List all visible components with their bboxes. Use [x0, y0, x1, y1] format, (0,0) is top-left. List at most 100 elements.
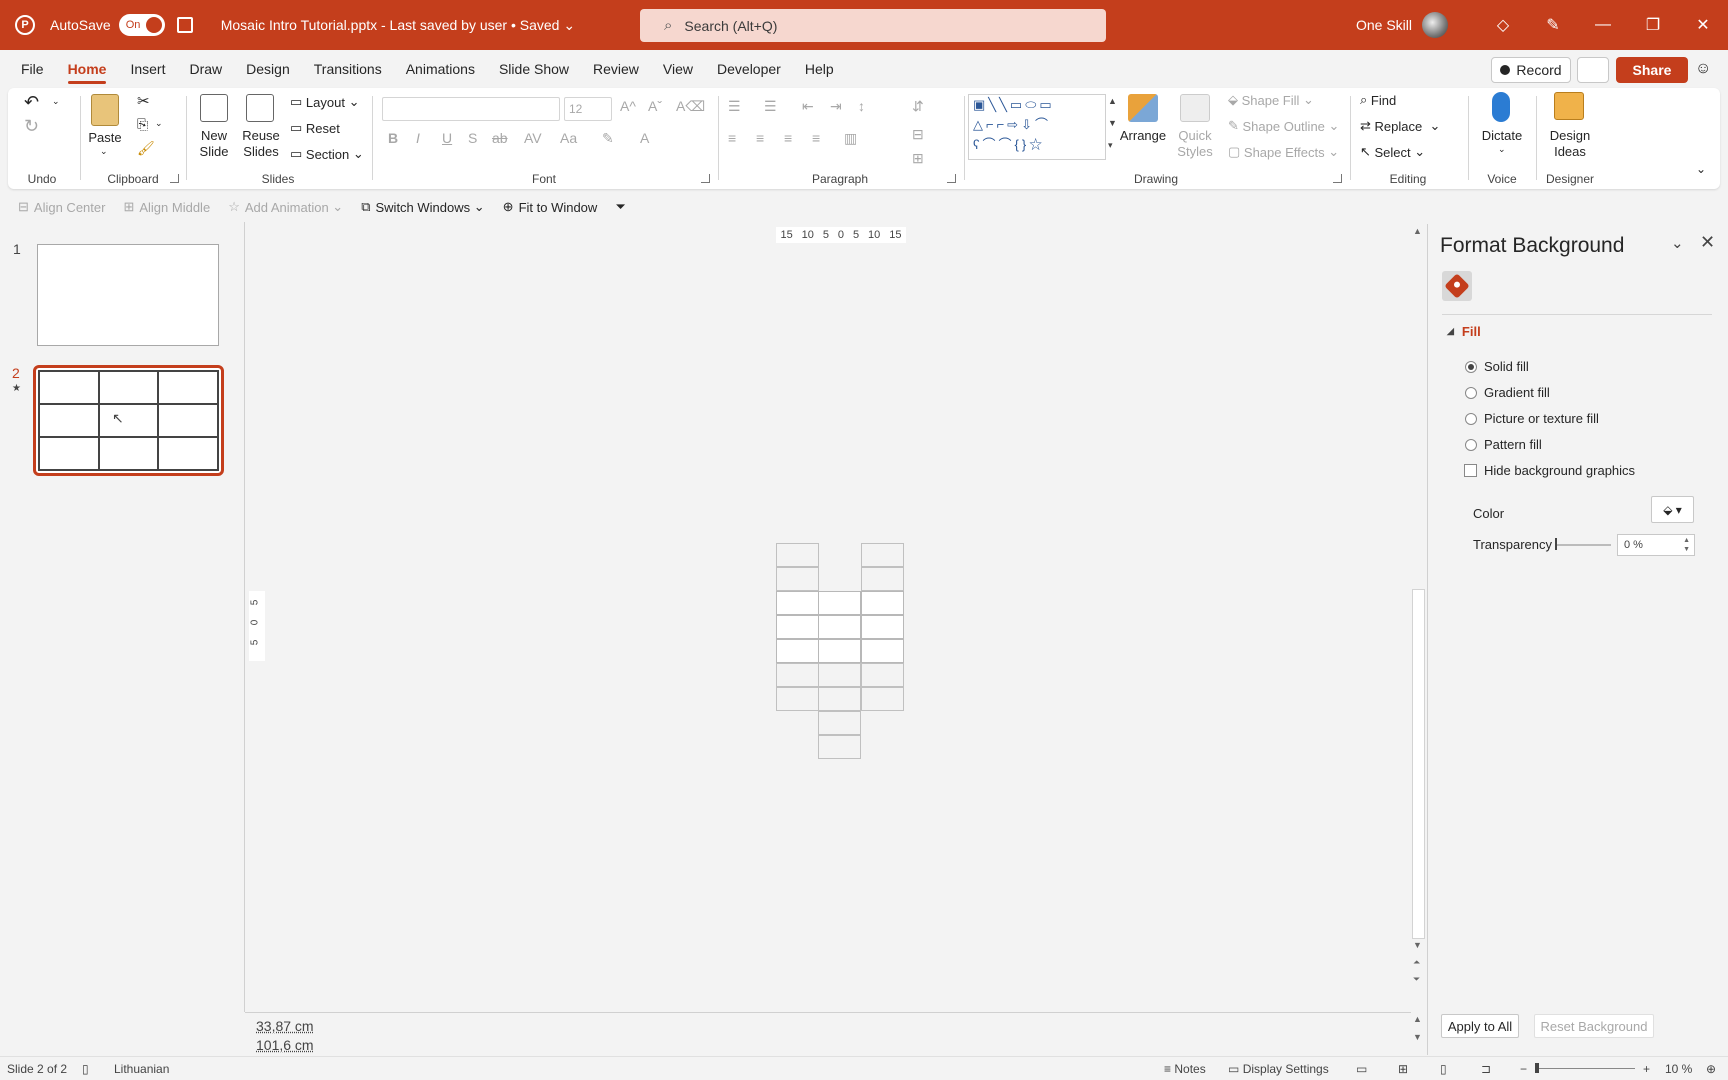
table-cell[interactable] — [776, 687, 819, 711]
tab-developer[interactable]: Developer — [705, 50, 793, 88]
search-input[interactable]: ⌕ Search (Alt+Q) — [640, 9, 1106, 42]
tab-view[interactable]: View — [651, 50, 705, 88]
display-settings-button[interactable]: ▭ Display Settings — [1228, 1062, 1329, 1076]
shape-outline-button[interactable]: ✎ Shape Outline ⌄ — [1228, 118, 1339, 134]
slide-thumbnail-2[interactable] — [33, 365, 224, 476]
quick-styles-icon[interactable] — [1180, 94, 1210, 122]
reuse-slides-label[interactable]: Reuse Slides — [238, 128, 284, 160]
select-button[interactable]: ↖ Select ⌄ — [1360, 144, 1425, 160]
shadow-icon[interactable]: S — [468, 130, 477, 146]
tab-file[interactable]: File — [9, 50, 56, 88]
align-middle-button[interactable]: ⊞ Align Middle — [123, 199, 210, 215]
increase-indent-icon[interactable]: ⇥ — [830, 98, 842, 115]
new-slide-label[interactable]: New Slide — [188, 128, 240, 160]
paste-dropdown-icon[interactable]: ⌄ — [100, 146, 108, 157]
font-launcher-icon[interactable] — [701, 174, 710, 183]
slide-thumbnail-1[interactable] — [37, 244, 219, 346]
table-cell[interactable] — [818, 639, 861, 663]
gradient-fill-option[interactable]: Gradient fill — [1465, 385, 1550, 400]
fill-section-header[interactable]: ◢ Fill — [1447, 324, 1481, 339]
tab-design[interactable]: Design — [234, 50, 302, 88]
previous-slide-icon[interactable]: ⏶ — [1413, 957, 1420, 968]
slide-sorter-icon[interactable]: ⊞ — [1398, 1062, 1408, 1076]
grow-font-icon[interactable]: A^ — [620, 98, 636, 114]
paste-icon[interactable] — [91, 94, 119, 126]
solid-fill-option[interactable]: Solid fill — [1465, 359, 1529, 374]
tab-animations[interactable]: Animations — [394, 50, 487, 88]
customize-qat-icon[interactable]: ⏷ — [615, 199, 625, 215]
font-name-combo[interactable] — [382, 97, 560, 121]
tab-draw[interactable]: Draw — [177, 50, 234, 88]
spinner-icon[interactable]: ▲ ▼ — [1683, 536, 1690, 554]
justify-icon[interactable]: ≡ — [812, 130, 820, 146]
copy-dropdown-icon[interactable]: ⌄ — [155, 118, 163, 129]
table-cell[interactable] — [818, 735, 861, 759]
change-case-icon[interactable]: Aa — [560, 130, 577, 146]
collapse-ribbon-icon[interactable]: ⌄ — [1696, 162, 1706, 176]
table-cell[interactable] — [861, 615, 904, 639]
color-picker-button[interactable]: ⬙ ▾ — [1651, 496, 1694, 523]
find-button[interactable]: ⌕ Find — [1360, 92, 1396, 108]
reuse-slides-icon[interactable] — [246, 94, 274, 122]
table-cell[interactable] — [818, 663, 861, 687]
pattern-fill-option[interactable]: Pattern fill — [1465, 437, 1542, 452]
gallery-up-icon[interactable]: ▲ — [1108, 96, 1117, 106]
gallery-more-icon[interactable]: ▾ — [1108, 140, 1113, 151]
share-button[interactable]: Share — [1616, 57, 1688, 83]
align-left-icon[interactable]: ≡ — [728, 130, 736, 146]
avatar[interactable] — [1422, 12, 1448, 38]
layout-button[interactable]: ▭ Layout ⌄ — [290, 94, 359, 110]
slideshow-view-icon[interactable]: ⊐ — [1481, 1062, 1491, 1076]
copy-icon[interactable]: ⎘ — [137, 116, 148, 133]
smartart-icon[interactable]: ⊞ — [912, 150, 924, 167]
paste-label[interactable]: Paste — [83, 130, 127, 146]
apply-to-all-button[interactable]: Apply to All — [1441, 1014, 1519, 1038]
line-spacing-icon[interactable]: ↕ — [858, 98, 865, 114]
table-cell[interactable] — [861, 567, 904, 591]
quick-styles-label[interactable]: Quick Styles — [1172, 128, 1218, 160]
new-slide-icon[interactable] — [200, 94, 228, 122]
table-cell[interactable] — [776, 591, 819, 615]
design-ideas-icon[interactable] — [1554, 92, 1584, 120]
tab-transitions[interactable]: Transitions — [302, 50, 394, 88]
table-cell[interactable] — [861, 663, 904, 687]
shape-fill-button[interactable]: ⬙ Shape Fill ⌄ — [1228, 92, 1314, 108]
diamond-premium-icon[interactable]: ◇ — [1478, 15, 1528, 35]
pen-icon[interactable]: ✎ — [1528, 15, 1578, 35]
tab-slide-show[interactable]: Slide Show — [487, 50, 581, 88]
tab-review[interactable]: Review — [581, 50, 651, 88]
text-direction-icon[interactable]: ⇵ — [912, 98, 924, 115]
switch-windows-button[interactable]: ⧉ Switch Windows ⌄ — [361, 199, 484, 215]
table-cell[interactable] — [776, 567, 819, 591]
scrollbar-thumb[interactable] — [1412, 589, 1425, 939]
transparency-slider[interactable] — [1555, 538, 1611, 550]
tab-home[interactable]: Home — [56, 50, 119, 88]
cut-icon[interactable]: ✂ — [137, 92, 150, 110]
dictate-dropdown-icon[interactable]: ⌄ — [1498, 144, 1506, 155]
numbering-icon[interactable]: ☰ — [764, 98, 777, 115]
vertical-scrollbar[interactable]: ▲ ▼ ⏶ ⏷ ▲ ▼ — [1410, 224, 1427, 1042]
close-window-icon[interactable]: ✕ — [1678, 15, 1728, 35]
shapes-gallery[interactable]: ▣╲╲▭⬭▭ △⌐⌐⇨⇩⌒ ʕ⌒⌒{}☆ — [968, 94, 1106, 160]
decrease-indent-icon[interactable]: ⇤ — [802, 98, 814, 115]
replace-button[interactable]: ⇄ Replace ⌄ — [1360, 118, 1440, 134]
microphone-icon[interactable] — [1492, 92, 1510, 122]
gallery-down-icon[interactable]: ▼ — [1108, 118, 1117, 128]
table-cell[interactable] — [861, 639, 904, 663]
highlight-icon[interactable]: ✎ — [602, 130, 614, 147]
arrange-icon[interactable] — [1128, 94, 1158, 122]
autosave-toggle[interactable]: On — [118, 14, 165, 36]
table-cell[interactable] — [818, 591, 861, 615]
table-cell[interactable] — [818, 687, 861, 711]
scroll-down-small-icon[interactable]: ▼ — [1413, 1032, 1422, 1042]
picture-fill-radio[interactable] — [1465, 412, 1477, 425]
proofing-icon[interactable]: ▯ — [82, 1062, 89, 1076]
document-title[interactable]: Mosaic Intro Tutorial.pptx - Last saved … — [221, 17, 575, 34]
character-spacing-icon[interactable]: AV — [524, 130, 542, 146]
scroll-up-icon[interactable]: ▲ — [1413, 226, 1422, 236]
arrange-label[interactable]: Arrange — [1118, 128, 1168, 144]
table-cell[interactable] — [861, 687, 904, 711]
undo-dropdown-icon[interactable]: ⌄ — [52, 96, 60, 107]
slider-handle[interactable] — [1555, 538, 1557, 550]
user-name[interactable]: One Skill — [1356, 17, 1412, 33]
